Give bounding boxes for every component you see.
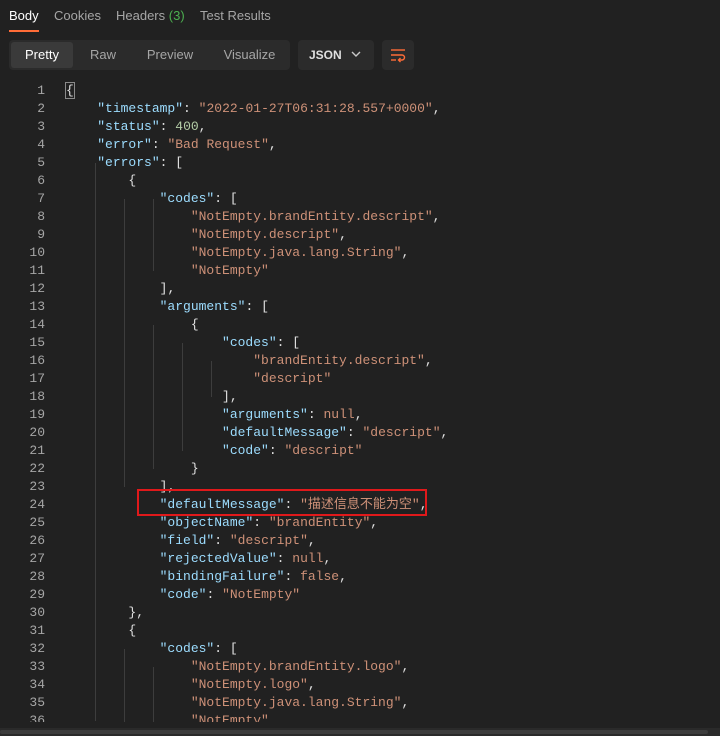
code-text: "NotEmpty.java.lang.String",	[190, 245, 410, 260]
line-number: 9	[37, 227, 45, 242]
code-text: "objectName": "brandEntity",	[159, 515, 379, 530]
code-text: {	[65, 82, 75, 99]
code-text: "codes": [	[159, 191, 238, 206]
line-number: 1	[37, 83, 45, 98]
line-number: 27	[29, 551, 45, 566]
response-tabs: Body Cookies Headers (3) Test Results	[0, 0, 720, 34]
view-pretty-button[interactable]: Pretty	[11, 42, 73, 68]
horizontal-scrollbar[interactable]	[0, 728, 720, 736]
line-number: 26	[29, 533, 45, 548]
view-raw-button[interactable]: Raw	[77, 42, 129, 68]
code-text: "codes": [	[159, 641, 238, 656]
active-tab-indicator	[9, 30, 39, 32]
line-number: 11	[29, 263, 45, 278]
wrap-lines-button[interactable]	[382, 40, 414, 70]
line-number: 32	[29, 641, 45, 656]
line-number: 6	[37, 173, 45, 188]
code-text: "arguments": [	[159, 299, 269, 314]
line-number: 34	[29, 677, 45, 692]
code-text: "NotEmpty.logo",	[190, 677, 316, 692]
code-text: "codes": [	[222, 335, 301, 350]
tab-test-results[interactable]: Test Results	[200, 8, 271, 23]
line-number: 21	[29, 443, 45, 458]
line-number: 22	[29, 461, 45, 476]
view-visualize-button[interactable]: Visualize	[211, 42, 288, 68]
code-text: }	[190, 461, 199, 476]
scrollbar-thumb[interactable]	[0, 730, 708, 734]
chevron-down-icon	[351, 51, 361, 57]
line-number: 24	[29, 497, 45, 512]
line-number: 19	[29, 407, 45, 422]
line-number: 8	[37, 209, 45, 224]
view-preview-button[interactable]: Preview	[135, 42, 205, 68]
line-number: 10	[29, 245, 45, 260]
code-text: "NotEmpty"	[190, 713, 269, 722]
line-number: 4	[37, 137, 45, 152]
line-number: 2	[37, 101, 45, 116]
tab-cookies[interactable]: Cookies	[54, 8, 101, 23]
line-number: 15	[29, 335, 45, 350]
tab-headers[interactable]: Headers (3)	[116, 8, 185, 23]
line-number: 25	[29, 515, 45, 530]
code-text: "status": 400,	[97, 119, 207, 134]
line-number: 20	[29, 425, 45, 440]
view-mode-group: Pretty Raw Preview Visualize	[9, 40, 290, 70]
code-text: "bindingFailure": false,	[159, 569, 347, 584]
line-number: 18	[29, 389, 45, 404]
line-number: 17	[29, 371, 45, 386]
code-text: ],	[222, 389, 238, 404]
line-number: 14	[29, 317, 45, 332]
code-text: "NotEmpty.brandEntity.logo",	[190, 659, 410, 674]
code-text: "NotEmpty.descript",	[190, 227, 347, 242]
code-text: "code": "descript"	[222, 443, 363, 458]
code-text: "NotEmpty.brandEntity.descript",	[190, 209, 441, 224]
line-number: 35	[29, 695, 45, 710]
line-number: 13	[29, 299, 45, 314]
line-number: 30	[29, 605, 45, 620]
line-number: 3	[37, 119, 45, 134]
code-text: },	[128, 605, 145, 620]
code-text: "errors": [	[97, 155, 184, 170]
code-text: "code": "NotEmpty"	[159, 587, 301, 602]
code-text: "descript"	[253, 371, 332, 386]
code-text: "brandEntity.descript",	[253, 353, 433, 368]
headers-count-badge: (3)	[168, 8, 185, 23]
code-text: {	[128, 623, 137, 638]
line-number: 29	[29, 587, 45, 602]
line-number: 28	[29, 569, 45, 584]
format-select-value: JSON	[309, 48, 342, 62]
code-text: {	[128, 173, 137, 188]
code-text: {	[190, 317, 199, 332]
code-text: "error": "Bad Request",	[97, 137, 277, 152]
code-text: "NotEmpty.java.lang.String",	[190, 695, 410, 710]
line-number: 5	[37, 155, 45, 170]
line-number: 16	[29, 353, 45, 368]
line-number: 31	[29, 623, 45, 638]
line-number: 23	[29, 479, 45, 494]
code-text: "arguments": null,	[222, 407, 363, 422]
code-text: ],	[159, 281, 176, 296]
wrap-lines-icon	[391, 49, 406, 63]
line-number: 36	[29, 713, 45, 722]
code-text: "NotEmpty"	[190, 263, 269, 278]
response-body-viewer[interactable]: 1 {2 "timestamp": "2022-01-27T06:31:28.55…	[0, 82, 720, 722]
code-text: "defaultMessage": "descript",	[222, 425, 449, 440]
highlighted-default-message	[137, 489, 427, 516]
code-text: "field": "descript",	[159, 533, 316, 548]
tab-headers-label: Headers	[116, 8, 166, 23]
line-number: 7	[37, 191, 45, 206]
format-select[interactable]: JSON	[298, 40, 374, 70]
code-text: "timestamp": "2022-01-27T06:31:28.557+00…	[97, 101, 441, 116]
line-number: 33	[29, 659, 45, 674]
tab-body[interactable]: Body	[9, 8, 39, 23]
code-text: "rejectedValue": null,	[159, 551, 332, 566]
line-number: 12	[29, 281, 45, 296]
